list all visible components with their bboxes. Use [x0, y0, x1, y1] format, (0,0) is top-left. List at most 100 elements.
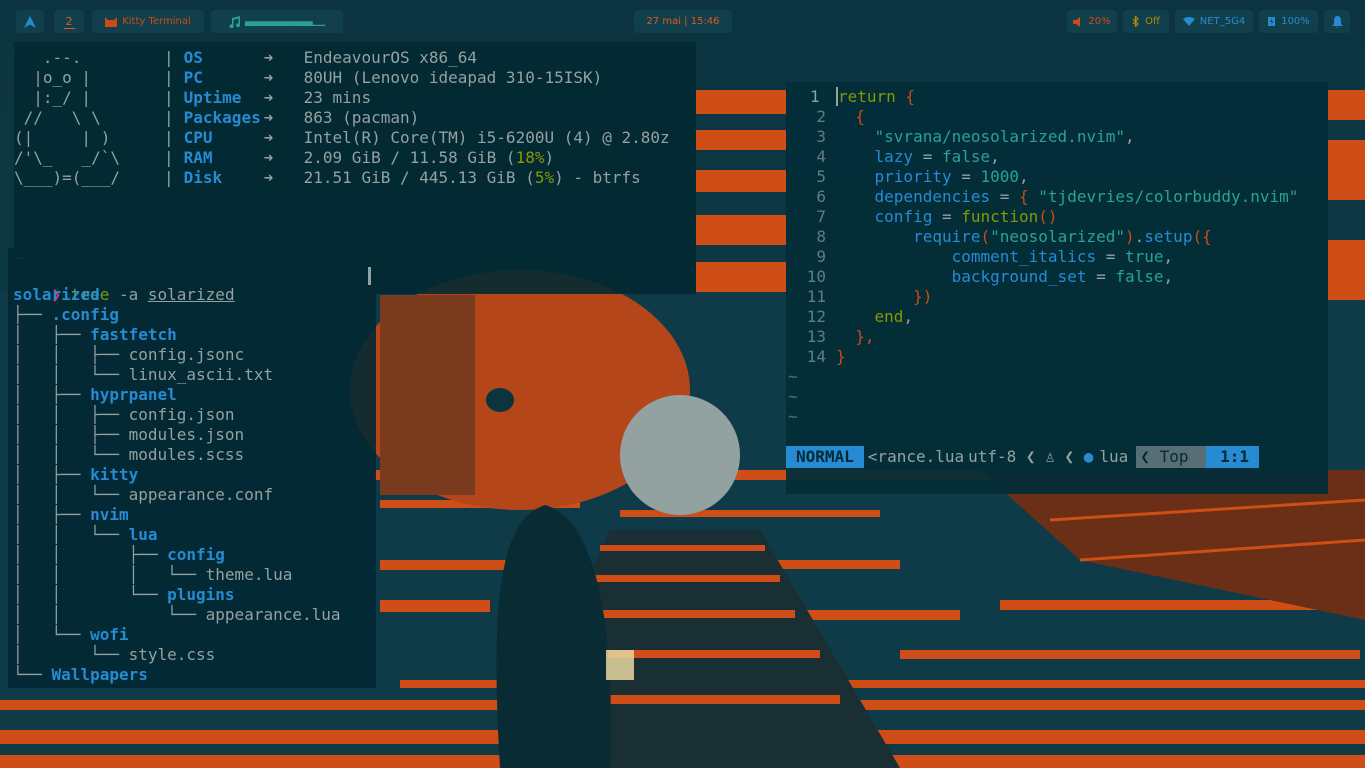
info-value: EndeavourOS x86_64	[303, 48, 478, 67]
code-token: =	[990, 187, 1020, 206]
ascii-art-line: .--.	[14, 48, 111, 67]
clock[interactable]: 27 mai | 15:46	[634, 10, 732, 33]
arrow-icon: ➜	[263, 48, 274, 67]
directory-name: hyprpanel	[90, 385, 177, 404]
line-number: 13	[806, 327, 826, 346]
directory-name: config	[167, 545, 225, 564]
code-token: setup	[1144, 227, 1193, 246]
code-line: 12 end,	[786, 307, 1328, 327]
row-separator: |	[164, 108, 174, 127]
notifications-button[interactable]	[1324, 10, 1350, 33]
tree-directory-row: │ └── wofi	[13, 625, 341, 645]
arrow-icon: ➜	[263, 68, 274, 87]
lua-icon: ●	[1083, 447, 1094, 466]
tree-branch: │ └──	[13, 645, 129, 664]
directory-name: Wallpapers	[51, 665, 148, 684]
file-type: lua	[1099, 447, 1129, 466]
row-separator: |	[164, 148, 174, 167]
tree-directory-row: │ │ └── plugins	[13, 585, 341, 605]
fastfetch-row: \___)=(___/ | Disk ➜ 21.51 GiB / 445.13 GiB …	[14, 168, 670, 188]
volume-indicator[interactable]: 20%	[1067, 10, 1117, 33]
tree-branch: │ │ └──	[13, 485, 129, 504]
neovim-editor-window[interactable]: 1 return {2 {3 "svrana/neosolarized.nvim"…	[786, 82, 1328, 494]
code-line: 10 background_set = false,	[786, 267, 1328, 287]
usage-percent: 18%	[515, 148, 545, 167]
tree-file-row: │ │ └── linux_ascii.txt	[13, 365, 341, 385]
media-visualizer[interactable]: ▄▄▄▄▄▄▄▄▄▄▄▁▁	[211, 10, 343, 33]
line-number: 8	[816, 227, 826, 246]
ascii-art-line: // \ \	[14, 108, 111, 127]
line-number: 11	[806, 287, 826, 306]
info-value-tail: )	[544, 148, 555, 167]
file-name: linux_ascii.txt	[128, 365, 274, 384]
info-key: Uptime	[183, 88, 242, 107]
info-key: OS	[183, 48, 203, 67]
volume-label: 20%	[1088, 16, 1111, 27]
fastfetch-row: (| | ) | CPU ➜ Intel(R) Core(TM) i5-6200U (4…	[14, 128, 670, 148]
ascii-art-line: (| | )	[14, 128, 111, 147]
directory-name: .config	[51, 305, 119, 324]
code-token: =	[913, 147, 942, 166]
separator-chevron-icon: ❮	[1016, 447, 1046, 466]
tux-icon: ♙	[1045, 447, 1055, 466]
music-note-icon	[229, 15, 240, 28]
arrow-icon: ➜	[263, 88, 274, 107]
tree-directory-row: │ ├── kitty	[13, 465, 341, 485]
scroll-position-label: Top	[1159, 447, 1189, 466]
code-token: 1000	[980, 167, 1020, 186]
command-line[interactable]: ❯ tree -a solarized	[13, 265, 235, 304]
code-token: {	[836, 107, 865, 126]
code-line: 8 require("neosolarized").setup({	[786, 227, 1328, 247]
separator-chevron-icon: ❮	[1054, 447, 1084, 466]
code-token: )	[1125, 227, 1135, 246]
file-name: <rance.lua	[867, 447, 965, 466]
tree-file-row: │ │ └── appearance.lua	[13, 605, 341, 625]
code-token: })	[836, 287, 933, 306]
network-label: NET_5G4	[1199, 16, 1246, 27]
ascii-art-line: |:_/ |	[14, 88, 111, 107]
line-number: 10	[806, 267, 826, 286]
tree-file-row: │ │ ├── config.jsonc	[13, 345, 341, 365]
code-token: =	[932, 207, 962, 226]
code-token: ,	[903, 307, 914, 326]
file-name: style.css	[128, 645, 216, 664]
tree-branch: │ │ ├──	[13, 405, 129, 424]
code-token: =	[951, 167, 981, 186]
tree-branch: │ ├──	[13, 505, 91, 524]
editor-buffer[interactable]: 1 return {2 {3 "svrana/neosolarized.nvim"…	[786, 87, 1328, 427]
line-number: 2	[816, 107, 826, 126]
code-token: (	[980, 227, 991, 246]
tree-branch: │ ├──	[13, 465, 91, 484]
tree-directory-row: │ │ ├── config	[13, 545, 341, 565]
code-line: 4 lazy = false,	[786, 147, 1328, 167]
code-token: ,	[1124, 127, 1135, 146]
wifi-icon	[1182, 17, 1195, 26]
tree-file-row: │ └── style.css	[13, 645, 341, 665]
code-token: return	[836, 87, 896, 106]
ascii-art-line: \___)=(___/	[14, 168, 120, 187]
row-separator: |	[164, 168, 174, 187]
tree-branch: │ └──	[13, 625, 91, 644]
tree-branch: └──	[13, 665, 52, 684]
network-indicator[interactable]: NET_5G4	[1175, 10, 1253, 33]
code-token: ,	[1163, 247, 1174, 266]
bluetooth-indicator[interactable]: Off	[1123, 10, 1169, 33]
app-launcher-button[interactable]	[16, 10, 44, 33]
fastfetch-row: // \ \ | Packages ➜ 863 (pacman)	[14, 108, 670, 128]
directory-name: solarized	[13, 285, 100, 304]
workspace-indicator[interactable]: 2	[54, 10, 84, 33]
info-value: 21.51 GiB / 445.13 GiB (	[303, 168, 535, 187]
directory-name: plugins	[167, 585, 235, 604]
code-token: "tjdevries/colorbuddy.nvim"	[1028, 187, 1299, 206]
tree-file-row: │ │ ├── modules.json	[13, 425, 341, 445]
code-token: false	[1115, 267, 1164, 286]
active-window-title[interactable]: Kitty Terminal	[92, 10, 204, 33]
line-number: 3	[816, 127, 826, 146]
arrow-icon: ➜	[263, 128, 274, 147]
tree-terminal-window[interactable]: ❯ tree -a solarized solarized ├── .config…	[8, 248, 376, 688]
info-key: PC	[183, 68, 203, 87]
battery-indicator[interactable]: 100%	[1259, 10, 1318, 33]
info-key: RAM	[183, 148, 213, 167]
code-token: background_set	[836, 267, 1087, 286]
directory-name: nvim	[90, 505, 129, 524]
